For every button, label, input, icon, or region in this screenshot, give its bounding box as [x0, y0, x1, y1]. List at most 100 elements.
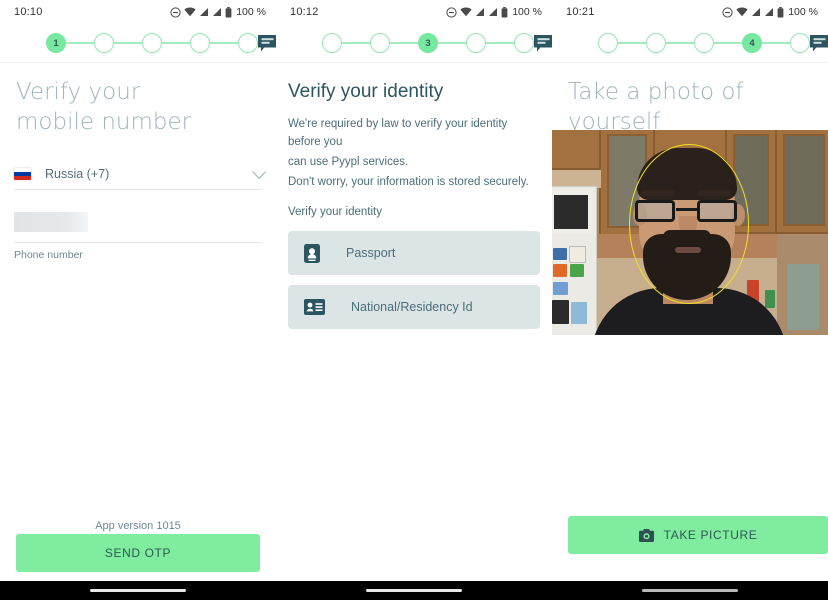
gesture-pill[interactable]	[642, 589, 738, 592]
stepper-connector	[714, 42, 742, 44]
status-bar: 10:10 100 %	[0, 0, 276, 24]
identity-section-label: Verify your identity	[288, 206, 382, 218]
battery-icon	[501, 6, 508, 17]
chevron-down-icon	[252, 164, 267, 179]
page-title: Verify your identity	[288, 81, 444, 102]
stepper-connector	[114, 42, 142, 44]
panel-verify-mobile-number: 10:10 100 % 1 Verify your mobile number …	[0, 0, 276, 600]
gesture-pill[interactable]	[366, 589, 462, 592]
wifi-icon	[184, 7, 196, 17]
stepper-dots: 4	[598, 33, 810, 53]
take-picture-button[interactable]: TAKE PICTURE	[568, 516, 828, 554]
progress-stepper: 3	[276, 24, 552, 62]
stepper-step-5[interactable]	[238, 33, 258, 53]
page-title: Verify your mobile number	[0, 63, 276, 137]
panel-take-photo: 10:21 100 % 4 Take a photo of yourself T…	[552, 0, 828, 600]
country-select-value: Russia (+7)	[45, 167, 110, 181]
system-nav-bar	[276, 581, 552, 600]
panel-verify-identity: 10:12 100 % 3 Verify your identity We're…	[276, 0, 552, 600]
battery-icon	[777, 6, 784, 17]
camera-icon	[638, 528, 654, 542]
stepper-step-4[interactable]	[466, 33, 486, 53]
stepper-step-2[interactable]	[370, 33, 390, 53]
status-bar-icons: 100 %	[170, 6, 266, 18]
camera-scene	[552, 130, 828, 335]
camera-preview[interactable]	[552, 130, 828, 335]
stepper-connector	[342, 42, 370, 44]
stepper-step-2[interactable]	[646, 33, 666, 53]
status-bar-icons: 100 %	[446, 6, 542, 18]
progress-stepper: 4	[552, 24, 828, 62]
stepper-step-4[interactable]: 4	[742, 33, 762, 53]
id-card-icon	[304, 299, 325, 315]
screenshot-triptych: 10:10 100 % 1 Verify your mobile number …	[0, 0, 828, 600]
progress-stepper: 1	[0, 24, 276, 62]
status-bar-icons: 100 %	[722, 6, 818, 18]
status-bar-time: 10:10	[14, 6, 43, 18]
app-version-text: App version 1015	[95, 520, 181, 532]
chat-icon	[258, 34, 276, 52]
stepper-step-4[interactable]	[190, 33, 210, 53]
phone-number-input[interactable]	[14, 212, 262, 243]
gesture-pill[interactable]	[90, 589, 186, 592]
chat-support-button[interactable]	[534, 34, 552, 52]
stepper-connector	[210, 42, 238, 44]
system-nav-bar	[0, 581, 276, 600]
stepper-connector	[390, 42, 418, 44]
face-oval-guide	[629, 144, 749, 304]
stepper-step-3[interactable]	[142, 33, 162, 53]
page-title-line-1: Verify your	[16, 79, 141, 105]
chat-support-button[interactable]	[258, 34, 276, 52]
option-passport-label: Passport	[346, 246, 396, 260]
stepper-step-1[interactable]	[322, 33, 342, 53]
signal-icon	[765, 8, 774, 16]
page-title: Take a photo of yourself	[568, 79, 744, 135]
signal-icon	[752, 8, 761, 16]
status-bar: 10:12 100 %	[276, 0, 552, 24]
stepper-step-2[interactable]	[94, 33, 114, 53]
stepper-connector	[762, 42, 790, 44]
signal-icon	[200, 8, 209, 16]
stepper-step-5[interactable]	[514, 33, 534, 53]
stepper-connector	[162, 42, 190, 44]
chat-support-button[interactable]	[810, 34, 828, 52]
battery-percent: 100 %	[512, 6, 542, 18]
country-select[interactable]: Russia (+7)	[14, 164, 267, 190]
stepper-step-1[interactable]: 1	[46, 33, 66, 53]
stepper-dots: 3	[322, 33, 534, 53]
stepper-connector	[618, 42, 646, 44]
option-national-residency-id[interactable]: National/Residency Id	[288, 285, 540, 329]
chat-icon	[534, 34, 552, 52]
stepper-step-5[interactable]	[790, 33, 810, 53]
battery-percent: 100 %	[236, 6, 266, 18]
phone-number-label: Phone number	[14, 249, 83, 261]
status-bar: 10:21 100 %	[552, 0, 828, 24]
signal-icon	[213, 8, 222, 16]
stepper-dots: 1	[46, 33, 258, 53]
stepper-connector	[66, 42, 94, 44]
page-title-line-2: mobile number	[16, 109, 192, 135]
passport-icon	[304, 243, 320, 263]
option-national-residency-id-label: National/Residency Id	[351, 300, 473, 314]
stepper-step-1[interactable]	[598, 33, 618, 53]
stepper-step-3[interactable]	[694, 33, 714, 53]
stepper-connector	[486, 42, 514, 44]
phone-number-redaction	[14, 212, 88, 232]
take-picture-label: TAKE PICTURE	[663, 528, 758, 542]
stepper-step-3[interactable]: 3	[418, 33, 438, 53]
identity-description-line-1: We're required by law to verify your ide…	[288, 118, 508, 148]
chat-icon	[810, 34, 828, 52]
option-passport[interactable]: Passport	[288, 231, 540, 275]
battery-percent: 100 %	[788, 6, 818, 18]
identity-description-line-3: Don't worry, your information is stored …	[288, 176, 529, 188]
wifi-icon	[736, 7, 748, 17]
system-nav-bar	[552, 581, 828, 600]
wifi-icon	[460, 7, 472, 17]
identity-description: We're required by law to verify your ide…	[276, 105, 552, 221]
do-not-disturb-icon	[446, 6, 457, 18]
stepper-connector	[438, 42, 466, 44]
do-not-disturb-icon	[170, 6, 181, 18]
signal-icon	[476, 8, 485, 16]
send-otp-button[interactable]: SEND OTP	[16, 534, 260, 572]
status-bar-time: 10:21	[566, 6, 595, 18]
